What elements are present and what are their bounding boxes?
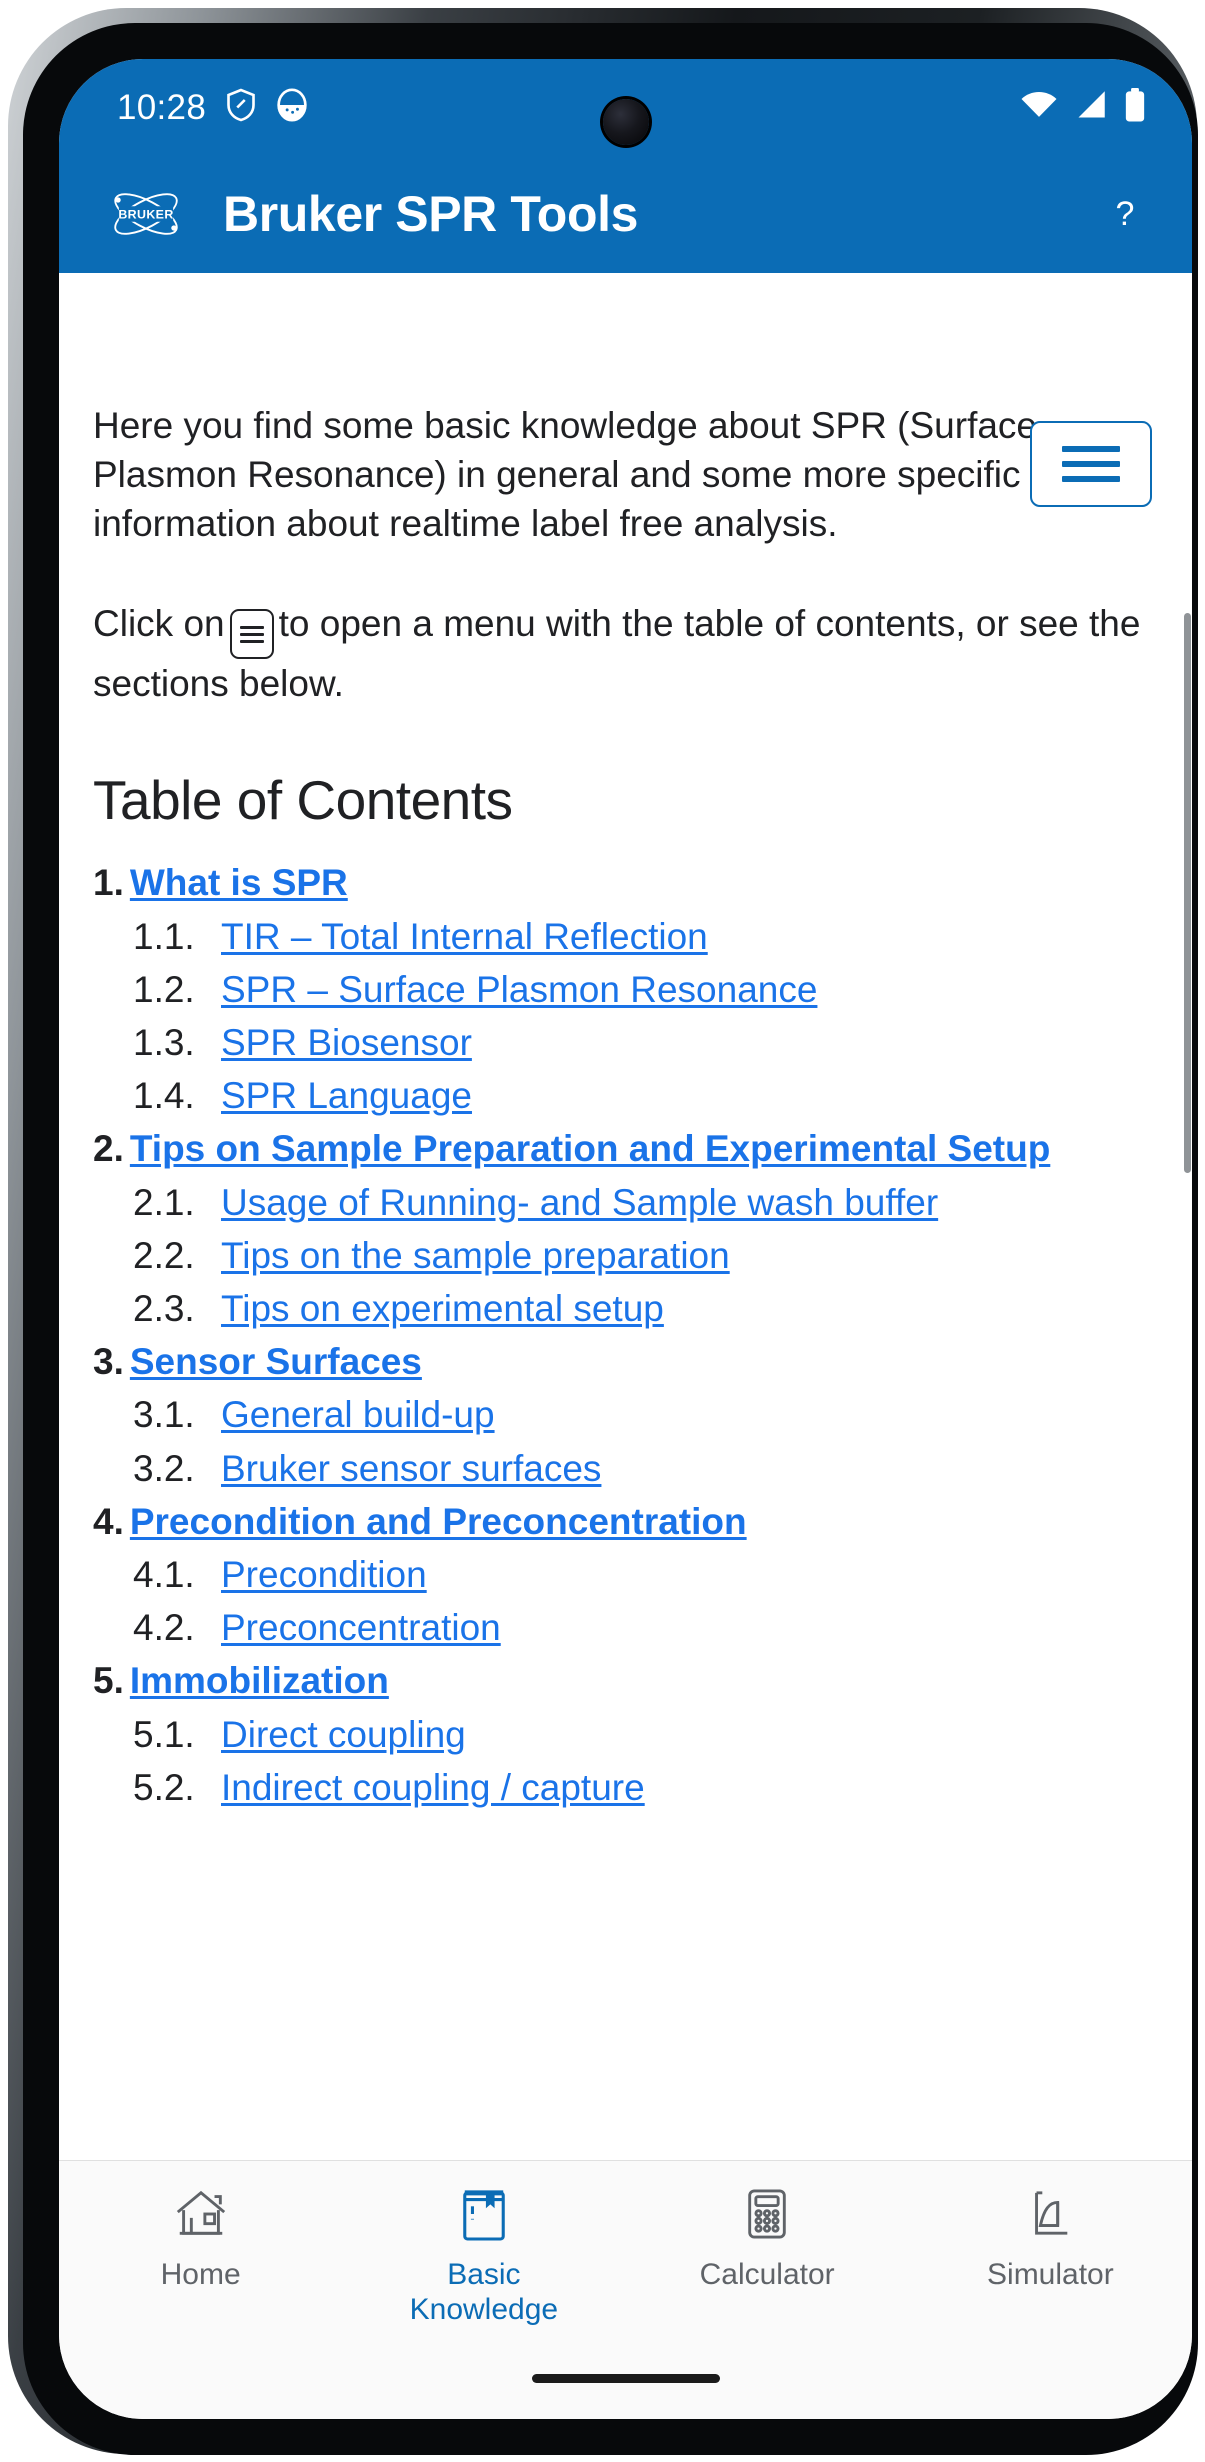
toc-subsection-link[interactable]: Direct coupling xyxy=(221,1710,466,1759)
nav-label-simulator: Simulator xyxy=(987,2258,1114,2291)
toc-subsection-number: 4.2. xyxy=(133,1607,195,1649)
toc-subsection-number: 2.3. xyxy=(133,1287,195,1329)
app-notification-icon xyxy=(276,87,308,127)
hamburger-menu-button[interactable] xyxy=(1030,421,1152,507)
app-title: Bruker SPR Tools xyxy=(223,186,638,242)
toc-subsection: 1.2. SPR – Surface Plasmon Resonance xyxy=(133,965,1158,1014)
toc-section: 4. Precondition and Preconcentration xyxy=(93,1497,1158,1546)
menu-hint-prefix: Click on xyxy=(93,602,225,644)
toc-subsection: 1.4. SPR Language xyxy=(133,1071,1158,1120)
toc-section-link[interactable]: Tips on Sample Preparation and Experimen… xyxy=(130,1128,1050,1169)
toc-section-number: 4. xyxy=(93,1500,124,1542)
calculator-icon xyxy=(742,2183,792,2245)
bottom-navigation: Home Basic Knowledge Calculator Simulato… xyxy=(59,2160,1192,2337)
table-of-contents: 1. What is SPR 1.1. TIR – Total Internal Re… xyxy=(93,858,1158,1812)
intro-paragraph: Here you find some basic knowledge about… xyxy=(93,405,1038,545)
toc-subsection: 1.1. TIR – Total Internal Reflection xyxy=(133,912,1158,961)
battery-icon xyxy=(1124,87,1146,127)
scrollbar[interactable] xyxy=(1184,613,1191,1173)
toc-subsection-number: 2.2. xyxy=(133,1234,195,1276)
toc-section-link[interactable]: What is SPR xyxy=(130,862,348,903)
menu-hint-paragraph: Click on to open a menu with the table of… xyxy=(93,599,1158,709)
toc-section: 2. Tips on Sample Preparation and Experim… xyxy=(93,1124,1158,1173)
front-camera xyxy=(602,99,649,145)
toc-subsection: 1.3. SPR Biosensor xyxy=(133,1018,1158,1067)
toc-section: 5. Immobilization xyxy=(93,1656,1158,1705)
nav-label-home: Home xyxy=(160,2258,241,2291)
toc-subsection: 3.1. General build-up xyxy=(133,1390,1158,1439)
shield-icon xyxy=(226,88,256,127)
toc-subsection-link[interactable]: Precondition xyxy=(221,1550,427,1599)
nav-label-basic-knowledge: Basic Knowledge xyxy=(409,2258,559,2327)
toc-subsection-number: 5.1. xyxy=(133,1713,195,1755)
nav-item-home[interactable]: Home xyxy=(59,2183,342,2292)
page-title: Table of Contents xyxy=(93,769,513,832)
toc-subsection-number: 1.1. xyxy=(133,915,195,957)
nav-item-calculator[interactable]: Calculator xyxy=(626,2183,909,2292)
toc-section-number: 5. xyxy=(93,1660,124,1702)
signal-icon xyxy=(1074,90,1108,125)
toc-subsection: 5.1. Direct coupling xyxy=(133,1710,1158,1759)
toc-subsection: 2.2. Tips on the sample preparation xyxy=(133,1231,1158,1280)
phone-frame: 10:28 BRUKER Bruker SPR Tools ? Here you… xyxy=(8,8,1198,2455)
status-bar-left: 10:28 xyxy=(117,87,1020,127)
status-bar-right xyxy=(1020,87,1146,127)
toc-section-link[interactable]: Precondition and Preconcentration xyxy=(130,1501,747,1542)
toc-subsection-link[interactable]: General build-up xyxy=(221,1390,495,1439)
toc-subsection: 3.2. Bruker sensor surfaces xyxy=(133,1444,1158,1493)
toc-subsection-number: 3.1. xyxy=(133,1394,195,1436)
hamburger-menu-icon xyxy=(1062,446,1120,482)
toc-subsection-link[interactable]: Usage of Running- and Sample wash buffer xyxy=(221,1178,938,1227)
home-icon xyxy=(172,2183,230,2245)
book-icon xyxy=(459,2183,509,2245)
toc-subsection-number: 3.2. xyxy=(133,1447,195,1489)
toc-subsection-number: 1.4. xyxy=(133,1075,195,1117)
inline-hamburger-icon xyxy=(229,609,274,660)
toc-subsection-link[interactable]: Preconcentration xyxy=(221,1603,501,1652)
toc-section: 1. What is SPR xyxy=(93,858,1158,907)
status-clock: 10:28 xyxy=(117,87,207,127)
help-button[interactable]: ? xyxy=(1096,195,1154,234)
toc-subsection-link[interactable]: TIR – Total Internal Reflection xyxy=(221,912,708,961)
toc-subsection-link[interactable]: Bruker sensor surfaces xyxy=(221,1444,601,1493)
simulator-chart-icon xyxy=(1025,2183,1075,2245)
toc-subsection-link[interactable]: Tips on the sample preparation xyxy=(221,1231,730,1280)
nav-item-simulator[interactable]: Simulator xyxy=(909,2183,1192,2292)
toc-subsection-link[interactable]: SPR Biosensor xyxy=(221,1018,472,1067)
toc-subsection: 2.1. Usage of Running- and Sample wash bu… xyxy=(133,1178,1158,1227)
wifi-icon xyxy=(1020,90,1058,125)
main-content: Here you find some basic knowledge about… xyxy=(59,273,1192,2194)
phone-body: 10:28 BRUKER Bruker SPR Tools ? Here you… xyxy=(23,23,1198,2455)
toc-subsection-number: 5.2. xyxy=(133,1766,195,1808)
toc-section-number: 1. xyxy=(93,862,124,904)
toc-subsection-number: 1.2. xyxy=(133,968,195,1010)
toc-section-link[interactable]: Sensor Surfaces xyxy=(130,1341,422,1382)
toc-subsection-number: 1.3. xyxy=(133,1021,195,1063)
toc-subsection-link[interactable]: SPR Language xyxy=(221,1071,472,1120)
toc-subsection: 4.1. Precondition xyxy=(133,1550,1158,1599)
toc-subsection-link[interactable]: Indirect coupling / capture xyxy=(221,1763,645,1812)
svg-text:BRUKER: BRUKER xyxy=(118,207,173,221)
toc-subsection-link[interactable]: SPR – Surface Plasmon Resonance xyxy=(221,965,817,1014)
phone-screen: 10:28 BRUKER Bruker SPR Tools ? Here you… xyxy=(59,59,1192,2419)
app-bar: BRUKER Bruker SPR Tools ? xyxy=(59,155,1192,273)
toc-subsection: 2.3. Tips on experimental setup xyxy=(133,1284,1158,1333)
gesture-bar[interactable] xyxy=(531,2374,720,2383)
toc-subsection: 4.2. Preconcentration xyxy=(133,1603,1158,1652)
toc-section-number: 3. xyxy=(93,1341,124,1383)
toc-subsection: 5.2. Indirect coupling / capture xyxy=(133,1763,1158,1812)
toc-section: 3. Sensor Surfaces xyxy=(93,1337,1158,1386)
nav-label-calculator: Calculator xyxy=(699,2258,835,2291)
toc-subsection-number: 4.1. xyxy=(133,1553,195,1595)
bruker-logo: BRUKER xyxy=(107,183,185,245)
toc-subsection-link[interactable]: Tips on experimental setup xyxy=(221,1284,664,1333)
toc-section-link[interactable]: Immobilization xyxy=(130,1660,389,1701)
nav-item-basic-knowledge[interactable]: Basic Knowledge xyxy=(342,2183,625,2328)
toc-subsection-number: 2.1. xyxy=(133,1181,195,1223)
toc-section-number: 2. xyxy=(93,1128,124,1170)
